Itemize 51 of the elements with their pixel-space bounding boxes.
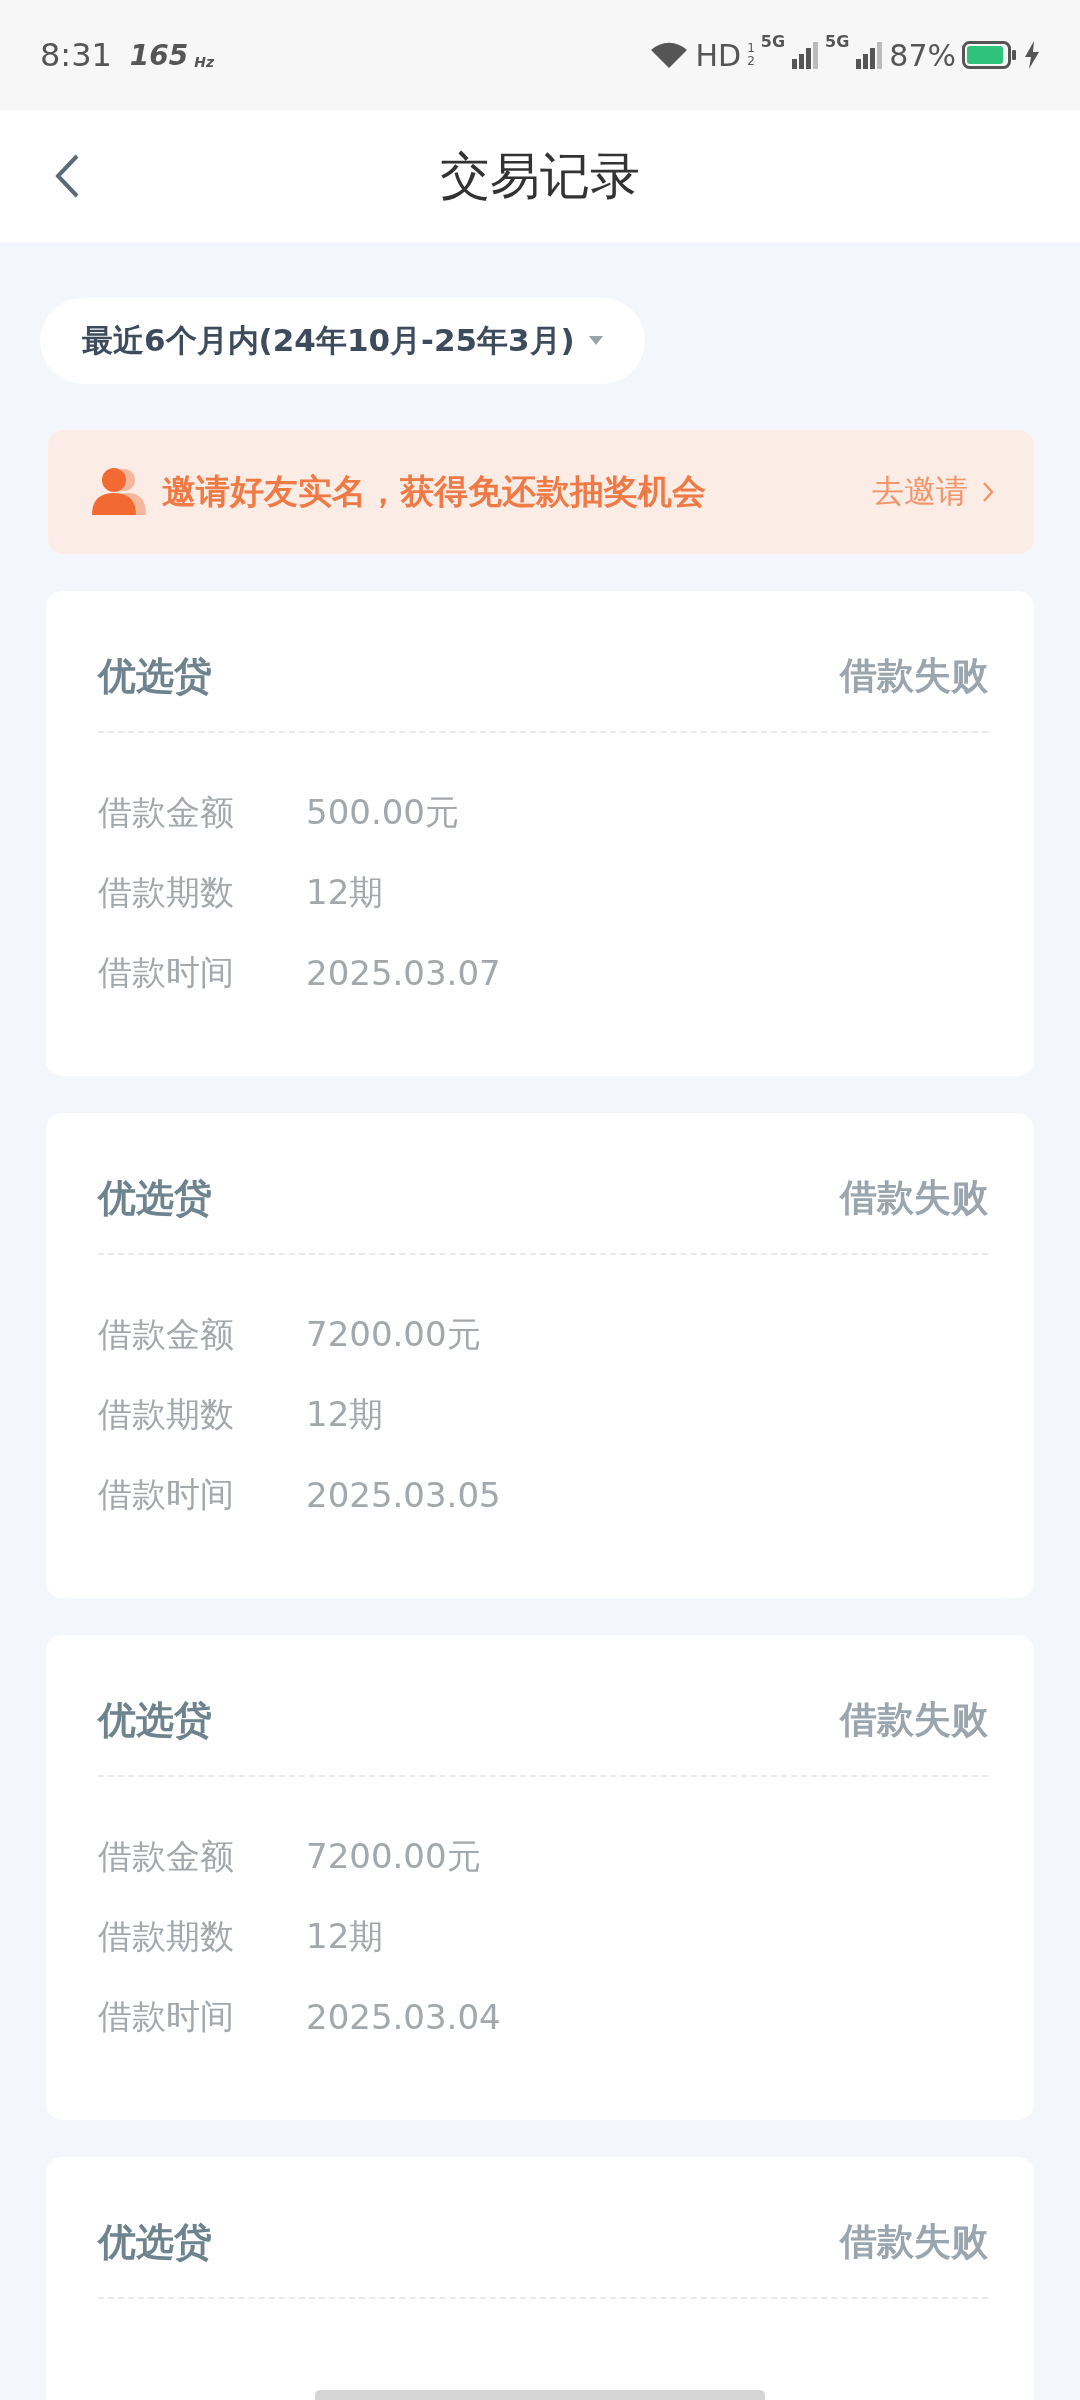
invite-banner[interactable]: 邀请好友实名，获得免还款抽奖机会 去邀请	[48, 430, 1034, 554]
field-label: 借款金额	[98, 1835, 235, 1878]
loan-status: 借款失败	[840, 1697, 988, 1743]
refresh-rate: 165	[129, 38, 189, 72]
field-label: 借款时间	[98, 1473, 235, 1516]
status-time: 8:31	[40, 36, 112, 74]
field-value: 12期	[306, 1393, 384, 1436]
loan-status: 借款失败	[840, 1175, 988, 1221]
field-label: 借款期数	[98, 1393, 235, 1436]
loan-record-card[interactable]: 优选贷 借款失败	[46, 2157, 1034, 2400]
field-label: 借款期数	[98, 1915, 235, 1958]
sim-number: 2	[747, 55, 755, 68]
caret-icon	[588, 336, 603, 346]
field-value: 2025.03.04	[306, 1997, 501, 2037]
field-value: 12期	[306, 871, 384, 914]
sim-number: 1	[747, 42, 755, 55]
loan-status: 借款失败	[840, 653, 988, 699]
field-value: 7200.00元	[306, 1835, 481, 1878]
field-value: 2025.03.07	[306, 953, 501, 993]
chevron-icon	[982, 481, 994, 503]
field-value: 12期	[306, 1915, 384, 1958]
product-name: 优选贷	[98, 2218, 212, 2266]
person-icon	[90, 467, 148, 517]
charging-icon	[1024, 41, 1040, 69]
field-label: 借款金额	[98, 791, 235, 834]
refresh-unit: Hz	[194, 54, 215, 70]
loan-record-card[interactable]: 优选贷 借款失败 借款金额 7200.00元 借款期数 12期 借款时间 2025.03.04	[46, 1635, 1034, 2120]
battery-level: 87%	[889, 37, 956, 73]
field-label: 借款金额	[98, 1313, 235, 1356]
product-name: 优选贷	[98, 652, 212, 700]
field-label: 借款期数	[98, 871, 235, 914]
field-label: 借款时间	[98, 1995, 235, 2038]
network-type: HD	[695, 37, 742, 73]
product-name: 优选贷	[98, 1696, 212, 1744]
date-range-dropdown[interactable]: 最近6个月内(24年10月-25年3月)	[40, 298, 645, 384]
battery-icon	[962, 41, 1018, 69]
loan-status: 借款失败	[840, 2219, 988, 2265]
network-label: 5G	[760, 31, 786, 51]
signal-icon	[791, 41, 820, 69]
field-value: 7200.00元	[306, 1313, 481, 1356]
loan-record-card[interactable]: 优选贷 借款失败 借款金额 500.00元 借款期数 12期 借款时间 2025.03.07	[46, 591, 1034, 1076]
field-label: 借款时间	[98, 951, 235, 994]
network-label: 5G	[825, 31, 850, 51]
invite-text: 邀请好友实名，获得免还款抽奖机会	[162, 470, 707, 513]
field-value: 2025.03.05	[306, 1475, 501, 1515]
field-value: 500.00元	[306, 791, 459, 834]
page-title: 交易记录	[440, 145, 640, 207]
product-name: 优选贷	[98, 1174, 212, 1222]
loan-record-card[interactable]: 优选贷 借款失败 借款金额 7200.00元 借款期数 12期 借款时间 2025.03.05	[46, 1113, 1034, 1598]
signal-icon	[855, 41, 884, 69]
back-icon[interactable]	[54, 154, 80, 198]
